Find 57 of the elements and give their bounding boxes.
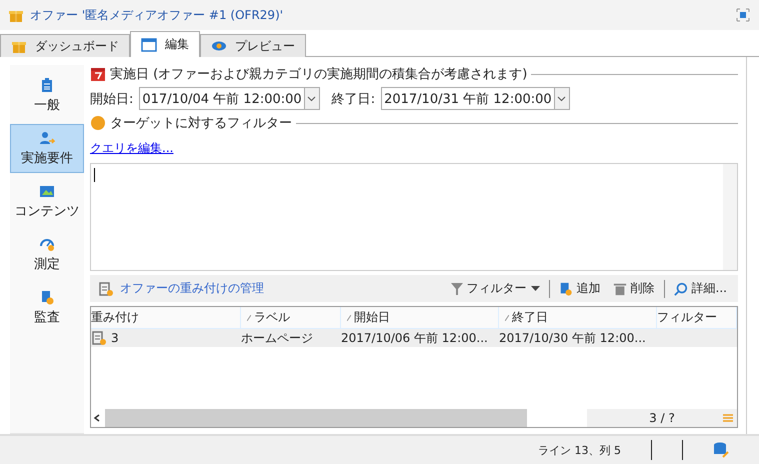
date-field[interactable]: 017/10/04 午前 12:00:00 <box>139 87 320 110</box>
pager-text: 3 / ? <box>649 411 675 425</box>
tab[interactable]: プレビュー <box>200 34 306 57</box>
document-icon <box>558 282 573 296</box>
column-header[interactable]: ラベル <box>241 307 341 329</box>
section-title: ターゲットに対するフィルター <box>110 115 292 132</box>
section-title: 実施日 (オファーおよび親カテゴリの実施期間の積集合が考慮されます) <box>110 66 528 83</box>
sort-icon <box>347 314 351 320</box>
dropdown-icon <box>557 96 566 102</box>
list-gear-icon <box>91 330 107 346</box>
table-cell: 2017/10/30 午前 12:00... <box>499 329 657 347</box>
delete-button[interactable]: 削除 <box>610 280 658 297</box>
trash-icon <box>612 282 627 296</box>
column-header[interactable]: 重み付け <box>91 307 241 329</box>
sidebar-item[interactable]: コンテンツ <box>10 177 84 226</box>
cursor-position: ライン 13、列 5 <box>538 442 621 458</box>
column-header[interactable]: 開始日 <box>341 307 499 329</box>
sidebar-item[interactable]: 一般 <box>10 71 84 120</box>
menu-icon[interactable] <box>723 414 733 422</box>
table-cell: 2017/10/06 午前 12:00... <box>341 329 499 347</box>
search-icon <box>674 282 688 296</box>
people-icon <box>39 130 55 146</box>
add-button[interactable]: 追加 <box>556 280 604 297</box>
gauge-icon <box>39 236 55 252</box>
date-field[interactable]: 2017/10/31 午前 12:00:00 <box>381 87 570 110</box>
database-icon <box>713 442 729 458</box>
window-icon <box>141 36 157 52</box>
list-gear-icon <box>98 280 114 296</box>
tab[interactable]: ダッシュボード <box>0 34 130 57</box>
filter-button[interactable]: フィルター <box>448 280 543 297</box>
document-icon <box>39 289 55 305</box>
status-dot-icon <box>90 115 106 131</box>
sidebar-item[interactable]: 実施要件 <box>10 124 84 173</box>
edit-query-link[interactable]: クエリを編集... <box>90 141 174 155</box>
field-label: 終了日: <box>332 90 376 108</box>
clipboard-icon <box>39 77 55 93</box>
table-cell: ホームページ <box>241 329 341 347</box>
table-cell: 3 <box>91 329 241 347</box>
field-label: 開始日: <box>90 90 134 108</box>
manage-weights-link[interactable]: オファーの重み付けの管理 <box>120 280 264 297</box>
funnel-icon <box>450 282 463 294</box>
window-title: オファー '匿名メディアオファー #1 (OFR29)' <box>30 6 284 24</box>
sidebar-item[interactable]: 測定 <box>10 230 84 279</box>
tab[interactable]: 編集 <box>130 31 200 57</box>
details-button[interactable]: 詳細... <box>670 280 730 297</box>
column-header[interactable]: 終了日 <box>499 307 657 329</box>
fullscreen-icon <box>735 7 751 23</box>
caret-icon <box>530 286 540 292</box>
sidebar-item[interactable]: 監査 <box>10 283 84 332</box>
query-editor[interactable] <box>90 163 738 271</box>
calendar-icon <box>90 66 106 82</box>
sort-icon <box>247 314 251 320</box>
dropdown-icon <box>307 96 316 102</box>
image-icon <box>39 183 55 199</box>
horizontal-scrollbar[interactable]: 3 / ? <box>91 409 737 427</box>
sort-icon <box>505 314 509 320</box>
column-header[interactable]: フィルター <box>657 307 737 329</box>
